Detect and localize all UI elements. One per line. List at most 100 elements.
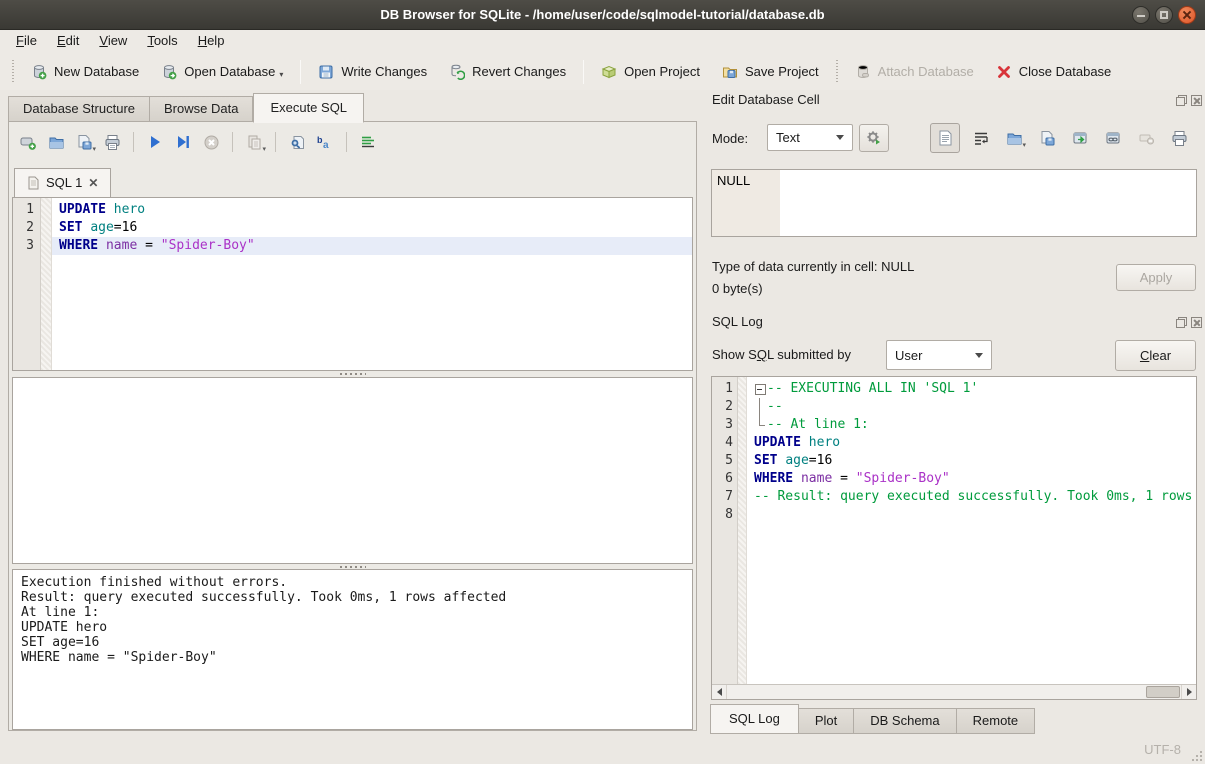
cell-value-area[interactable] bbox=[780, 170, 1196, 236]
menu-help[interactable]: Help bbox=[188, 30, 235, 53]
menubar: File Edit View Tools Help bbox=[0, 30, 1205, 53]
print-button[interactable] bbox=[100, 130, 124, 154]
mode-select[interactable]: Text bbox=[767, 124, 853, 151]
close-panel-icon[interactable] bbox=[1191, 95, 1202, 106]
clear-log-button[interactable]: Clear bbox=[1115, 340, 1196, 371]
link-icon bbox=[1105, 130, 1122, 147]
tab-db-schema[interactable]: DB Schema bbox=[854, 708, 956, 734]
print-icon bbox=[104, 134, 121, 151]
import-file-button[interactable]: ▾ bbox=[1002, 126, 1026, 150]
execute-current-line-button[interactable] bbox=[171, 130, 195, 154]
attach-database-button[interactable]: Attach Database bbox=[844, 57, 985, 87]
tab-remote[interactable]: Remote bbox=[957, 708, 1036, 734]
find-replace-button[interactable] bbox=[285, 130, 309, 154]
close-tab-icon[interactable]: ✕ bbox=[88, 176, 98, 190]
execute-all-button[interactable] bbox=[143, 130, 167, 154]
comment-lines-icon bbox=[360, 134, 376, 150]
open-sql-file-button[interactable] bbox=[44, 130, 68, 154]
edit-cell-title: Edit Database Cell bbox=[712, 92, 820, 107]
tab-execute-sql[interactable]: Execute SQL bbox=[253, 93, 364, 123]
log-code-area[interactable]: -- EXECUTING ALL IN 'SQL 1'---- At line … bbox=[747, 377, 1196, 684]
menu-edit[interactable]: Edit bbox=[47, 30, 89, 53]
sql-editor[interactable]: 123 UPDATE heroSET age=16WHERE name = "S… bbox=[12, 197, 693, 371]
float-panel-icon[interactable] bbox=[1176, 95, 1187, 106]
execute-line-icon bbox=[175, 134, 191, 150]
toolbar-grip[interactable] bbox=[834, 60, 840, 84]
scroll-right-arrow[interactable] bbox=[1181, 685, 1196, 699]
copy-results-button[interactable]: ▾ bbox=[242, 130, 266, 154]
sql-toolbar: ▾ ▾ ba bbox=[16, 130, 380, 154]
results-pane[interactable] bbox=[12, 377, 693, 564]
word-wrap-button[interactable] bbox=[969, 126, 993, 150]
save-dropdown-icon: ▾ bbox=[92, 145, 96, 153]
titlebar[interactable]: DB Browser for SQLite - /home/user/code/… bbox=[0, 0, 1205, 30]
find-icon bbox=[289, 134, 306, 151]
tab-plot[interactable]: Plot bbox=[799, 708, 854, 734]
scrollbar-thumb[interactable] bbox=[1146, 686, 1180, 698]
menu-view[interactable]: View bbox=[89, 30, 137, 53]
open-database-button[interactable]: Open Database ▾ bbox=[150, 57, 294, 87]
toolbar-separator bbox=[583, 60, 584, 84]
main-toolbar: New Database Open Database ▾ Write Chang… bbox=[0, 53, 1205, 90]
apply-button[interactable]: Apply bbox=[1116, 264, 1196, 291]
revert-changes-button[interactable]: Revert Changes bbox=[438, 57, 577, 87]
save-file-icon bbox=[1039, 130, 1056, 147]
editor-code-area[interactable]: UPDATE heroSET age=16WHERE name = "Spide… bbox=[52, 198, 692, 370]
sql-log-view[interactable]: 12345678 -- EXECUTING ALL IN 'SQL 1'----… bbox=[711, 376, 1197, 700]
submitted-by-select[interactable]: User bbox=[886, 340, 992, 370]
chevron-down-icon bbox=[836, 135, 844, 140]
auto-apply-button[interactable] bbox=[859, 124, 889, 152]
open-file-icon bbox=[1006, 130, 1023, 147]
float-panel-icon[interactable] bbox=[1176, 317, 1187, 328]
gear-icon bbox=[865, 129, 883, 147]
print-icon bbox=[1171, 130, 1188, 147]
new-sql-tab-button[interactable] bbox=[16, 130, 40, 154]
minimize-button[interactable] bbox=[1132, 6, 1150, 24]
tab-sql-log[interactable]: SQL Log bbox=[710, 704, 799, 734]
toolbar-separator bbox=[133, 132, 134, 152]
close-panel-icon[interactable] bbox=[1191, 317, 1202, 328]
toggle-comment-button[interactable] bbox=[356, 130, 380, 154]
cell-null-indicator: NULL bbox=[712, 170, 780, 236]
open-database-dropdown-icon[interactable]: ▾ bbox=[279, 70, 283, 80]
save-sql-file-button[interactable]: ▾ bbox=[72, 130, 96, 154]
sql1-tab[interactable]: SQL 1 ✕ bbox=[14, 168, 111, 197]
format-sql-icon: ba bbox=[316, 134, 334, 150]
save-project-button[interactable]: Save Project bbox=[711, 57, 830, 87]
toolbar-grip[interactable] bbox=[10, 60, 16, 84]
tab-browse-data[interactable]: Browse Data bbox=[150, 96, 253, 122]
sql-log-title: SQL Log bbox=[712, 314, 763, 329]
close-button[interactable] bbox=[1178, 6, 1196, 24]
resize-grip[interactable] bbox=[1190, 749, 1202, 761]
menu-file[interactable]: File bbox=[6, 30, 47, 53]
stop-button[interactable] bbox=[199, 130, 223, 154]
text-mode-button[interactable] bbox=[930, 123, 960, 153]
set-null-button[interactable] bbox=[1134, 126, 1158, 150]
close-database-icon bbox=[996, 64, 1012, 80]
scroll-left-arrow[interactable] bbox=[712, 685, 727, 699]
tab-database-structure[interactable]: Database Structure bbox=[8, 96, 150, 122]
new-database-button[interactable]: New Database bbox=[20, 57, 150, 87]
cell-value-editor[interactable]: NULL bbox=[711, 169, 1197, 237]
execution-message-pane: Execution finished without errors.Result… bbox=[12, 569, 693, 730]
splitter-handle[interactable] bbox=[12, 371, 693, 376]
svg-text:a: a bbox=[323, 140, 329, 150]
set-null-icon bbox=[1138, 130, 1155, 147]
text-document-icon bbox=[938, 130, 953, 146]
maximize-button[interactable] bbox=[1155, 6, 1173, 24]
encoding-indicator: UTF-8 bbox=[1144, 742, 1181, 757]
horizontal-scrollbar[interactable] bbox=[712, 684, 1196, 699]
write-changes-button[interactable]: Write Changes bbox=[307, 57, 438, 87]
menu-tools[interactable]: Tools bbox=[137, 30, 187, 53]
close-database-button[interactable]: Close Database bbox=[985, 57, 1123, 87]
format-sql-button[interactable]: ba bbox=[313, 130, 337, 154]
export-file-button[interactable] bbox=[1035, 126, 1059, 150]
apply-data-button[interactable] bbox=[1068, 126, 1092, 150]
edit-cell-dock-controls bbox=[1176, 95, 1202, 106]
open-url-button[interactable] bbox=[1101, 126, 1125, 150]
stop-icon bbox=[203, 134, 220, 151]
open-project-button[interactable]: Open Project bbox=[590, 57, 711, 87]
print-cell-button[interactable] bbox=[1167, 126, 1191, 150]
editor-fold-margin bbox=[41, 198, 52, 370]
close-icon bbox=[1183, 11, 1191, 19]
